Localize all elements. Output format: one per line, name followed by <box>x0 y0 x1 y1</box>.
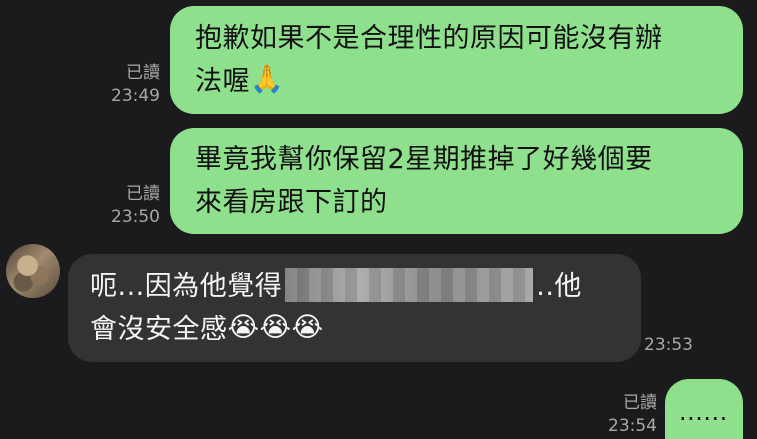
message-text-line: 來看房跟下訂的 <box>195 187 388 218</box>
sent-message-3[interactable]: ...... <box>665 379 743 439</box>
message-text-line: 抱歉如果不是合理性的原因可能沒有辦 <box>195 23 663 54</box>
message-text-line: 法喔🙏 <box>195 60 719 103</box>
message-text-line: 畢竟我幫你保留2星期推掉了好幾個要 <box>195 144 653 175</box>
message-text-line: 會沒安全感😭😭😭 <box>90 308 619 351</box>
message-1-meta: 已讀 23:49 <box>96 62 160 108</box>
loudly-crying-emoji-icon: 😭😭😭 <box>227 312 324 343</box>
message-2-meta: 已讀 23:50 <box>96 183 160 229</box>
read-status: 已讀 <box>623 393 657 413</box>
read-status: 已讀 <box>126 184 160 204</box>
contact-avatar[interactable] <box>6 244 60 298</box>
sent-message-2[interactable]: 畢竟我幫你保留2星期推掉了好幾個要 來看房跟下訂的 <box>170 128 743 234</box>
folded-hands-emoji-icon: 🙏 <box>250 64 285 95</box>
message-4-meta: 已讀 23:54 <box>593 392 657 438</box>
received-message-time: 23:53 <box>644 335 693 355</box>
message-time: 23:54 <box>608 416 657 436</box>
read-status: 已讀 <box>126 63 160 83</box>
sent-message-1[interactable]: 抱歉如果不是合理性的原因可能沒有辦 法喔🙏 <box>170 6 743 114</box>
message-time: 23:49 <box>111 86 160 106</box>
message-text-line: 呃...因為他覺得 ..他 <box>90 265 619 308</box>
censored-text-blur <box>285 267 534 302</box>
received-message[interactable]: 呃...因為他覺得 ..他 會沒安全感😭😭😭 <box>68 254 641 362</box>
message-time: 23:50 <box>111 207 160 227</box>
